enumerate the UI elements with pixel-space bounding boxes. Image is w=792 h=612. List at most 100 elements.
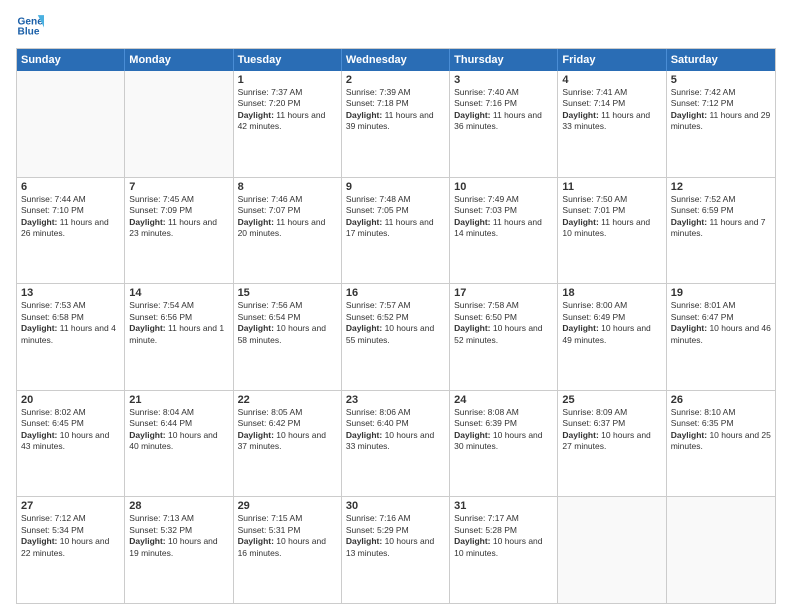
cal-cell-4-7: 26Sunrise: 8:10 AMSunset: 6:35 PMDayligh… (667, 391, 775, 497)
header-day-tuesday: Tuesday (234, 49, 342, 71)
svg-text:Blue: Blue (18, 27, 40, 38)
cell-info: Sunrise: 7:52 AMSunset: 6:59 PMDaylight:… (671, 194, 771, 240)
day-number: 18 (562, 287, 661, 299)
day-number: 14 (129, 287, 228, 299)
cal-cell-2-5: 10Sunrise: 7:49 AMSunset: 7:03 PMDayligh… (450, 178, 558, 284)
day-number: 10 (454, 181, 553, 193)
cal-cell-5-7 (667, 497, 775, 603)
cal-cell-3-6: 18Sunrise: 8:00 AMSunset: 6:49 PMDayligh… (558, 284, 666, 390)
day-number: 17 (454, 287, 553, 299)
cell-info: Sunrise: 7:56 AMSunset: 6:54 PMDaylight:… (238, 300, 337, 346)
cal-cell-1-3: 1Sunrise: 7:37 AMSunset: 7:20 PMDaylight… (234, 71, 342, 177)
cal-cell-3-4: 16Sunrise: 7:57 AMSunset: 6:52 PMDayligh… (342, 284, 450, 390)
cal-cell-5-5: 31Sunrise: 7:17 AMSunset: 5:28 PMDayligh… (450, 497, 558, 603)
logo: General Blue (16, 12, 44, 40)
day-number: 25 (562, 394, 661, 406)
cell-info: Sunrise: 8:06 AMSunset: 6:40 PMDaylight:… (346, 407, 445, 453)
cell-info: Sunrise: 8:01 AMSunset: 6:47 PMDaylight:… (671, 300, 771, 346)
cal-cell-2-6: 11Sunrise: 7:50 AMSunset: 7:01 PMDayligh… (558, 178, 666, 284)
cal-cell-1-1 (17, 71, 125, 177)
cell-info: Sunrise: 8:08 AMSunset: 6:39 PMDaylight:… (454, 407, 553, 453)
day-number: 5 (671, 74, 771, 86)
day-number: 30 (346, 500, 445, 512)
cell-info: Sunrise: 8:09 AMSunset: 6:37 PMDaylight:… (562, 407, 661, 453)
calendar-header: SundayMondayTuesdayWednesdayThursdayFrid… (17, 49, 775, 71)
day-number: 4 (562, 74, 661, 86)
cal-cell-2-7: 12Sunrise: 7:52 AMSunset: 6:59 PMDayligh… (667, 178, 775, 284)
cal-cell-4-5: 24Sunrise: 8:08 AMSunset: 6:39 PMDayligh… (450, 391, 558, 497)
day-number: 23 (346, 394, 445, 406)
cell-info: Sunrise: 7:50 AMSunset: 7:01 PMDaylight:… (562, 194, 661, 240)
day-number: 3 (454, 74, 553, 86)
day-number: 19 (671, 287, 771, 299)
cal-cell-1-6: 4Sunrise: 7:41 AMSunset: 7:14 PMDaylight… (558, 71, 666, 177)
cell-info: Sunrise: 7:44 AMSunset: 7:10 PMDaylight:… (21, 194, 120, 240)
calendar-row-4: 20Sunrise: 8:02 AMSunset: 6:45 PMDayligh… (17, 390, 775, 497)
cal-cell-5-4: 30Sunrise: 7:16 AMSunset: 5:29 PMDayligh… (342, 497, 450, 603)
cal-cell-5-1: 27Sunrise: 7:12 AMSunset: 5:34 PMDayligh… (17, 497, 125, 603)
calendar-row-1: 1Sunrise: 7:37 AMSunset: 7:20 PMDaylight… (17, 71, 775, 177)
day-number: 26 (671, 394, 771, 406)
day-number: 22 (238, 394, 337, 406)
day-number: 15 (238, 287, 337, 299)
calendar-row-5: 27Sunrise: 7:12 AMSunset: 5:34 PMDayligh… (17, 496, 775, 603)
header-day-thursday: Thursday (450, 49, 558, 71)
cal-cell-2-1: 6Sunrise: 7:44 AMSunset: 7:10 PMDaylight… (17, 178, 125, 284)
day-number: 20 (21, 394, 120, 406)
cell-info: Sunrise: 7:45 AMSunset: 7:09 PMDaylight:… (129, 194, 228, 240)
cal-cell-3-2: 14Sunrise: 7:54 AMSunset: 6:56 PMDayligh… (125, 284, 233, 390)
cell-info: Sunrise: 7:16 AMSunset: 5:29 PMDaylight:… (346, 513, 445, 559)
cell-info: Sunrise: 7:49 AMSunset: 7:03 PMDaylight:… (454, 194, 553, 240)
cal-cell-5-3: 29Sunrise: 7:15 AMSunset: 5:31 PMDayligh… (234, 497, 342, 603)
cal-cell-3-5: 17Sunrise: 7:58 AMSunset: 6:50 PMDayligh… (450, 284, 558, 390)
cell-info: Sunrise: 7:13 AMSunset: 5:32 PMDaylight:… (129, 513, 228, 559)
cal-cell-2-2: 7Sunrise: 7:45 AMSunset: 7:09 PMDaylight… (125, 178, 233, 284)
day-number: 6 (21, 181, 120, 193)
day-number: 11 (562, 181, 661, 193)
cal-cell-3-3: 15Sunrise: 7:56 AMSunset: 6:54 PMDayligh… (234, 284, 342, 390)
day-number: 8 (238, 181, 337, 193)
header: General Blue (16, 12, 776, 40)
cell-info: Sunrise: 7:15 AMSunset: 5:31 PMDaylight:… (238, 513, 337, 559)
cell-info: Sunrise: 8:00 AMSunset: 6:49 PMDaylight:… (562, 300, 661, 346)
day-number: 29 (238, 500, 337, 512)
calendar: SundayMondayTuesdayWednesdayThursdayFrid… (16, 48, 776, 604)
day-number: 16 (346, 287, 445, 299)
cell-info: Sunrise: 7:46 AMSunset: 7:07 PMDaylight:… (238, 194, 337, 240)
cal-cell-3-7: 19Sunrise: 8:01 AMSunset: 6:47 PMDayligh… (667, 284, 775, 390)
day-number: 13 (21, 287, 120, 299)
day-number: 7 (129, 181, 228, 193)
cal-cell-4-1: 20Sunrise: 8:02 AMSunset: 6:45 PMDayligh… (17, 391, 125, 497)
cal-cell-4-2: 21Sunrise: 8:04 AMSunset: 6:44 PMDayligh… (125, 391, 233, 497)
header-day-saturday: Saturday (667, 49, 775, 71)
day-number: 2 (346, 74, 445, 86)
cell-info: Sunrise: 7:12 AMSunset: 5:34 PMDaylight:… (21, 513, 120, 559)
cal-cell-1-2 (125, 71, 233, 177)
cell-info: Sunrise: 8:02 AMSunset: 6:45 PMDaylight:… (21, 407, 120, 453)
day-number: 28 (129, 500, 228, 512)
day-number: 27 (21, 500, 120, 512)
cell-info: Sunrise: 7:42 AMSunset: 7:12 PMDaylight:… (671, 87, 771, 133)
day-number: 24 (454, 394, 553, 406)
cal-cell-4-6: 25Sunrise: 8:09 AMSunset: 6:37 PMDayligh… (558, 391, 666, 497)
day-number: 9 (346, 181, 445, 193)
calendar-row-2: 6Sunrise: 7:44 AMSunset: 7:10 PMDaylight… (17, 177, 775, 284)
cell-info: Sunrise: 7:40 AMSunset: 7:16 PMDaylight:… (454, 87, 553, 133)
cal-cell-5-2: 28Sunrise: 7:13 AMSunset: 5:32 PMDayligh… (125, 497, 233, 603)
cell-info: Sunrise: 7:53 AMSunset: 6:58 PMDaylight:… (21, 300, 120, 346)
day-number: 31 (454, 500, 553, 512)
cell-info: Sunrise: 8:05 AMSunset: 6:42 PMDaylight:… (238, 407, 337, 453)
cell-info: Sunrise: 7:39 AMSunset: 7:18 PMDaylight:… (346, 87, 445, 133)
cell-info: Sunrise: 7:17 AMSunset: 5:28 PMDaylight:… (454, 513, 553, 559)
calendar-row-3: 13Sunrise: 7:53 AMSunset: 6:58 PMDayligh… (17, 283, 775, 390)
cell-info: Sunrise: 7:41 AMSunset: 7:14 PMDaylight:… (562, 87, 661, 133)
cell-info: Sunrise: 7:48 AMSunset: 7:05 PMDaylight:… (346, 194, 445, 240)
cal-cell-2-4: 9Sunrise: 7:48 AMSunset: 7:05 PMDaylight… (342, 178, 450, 284)
cal-cell-1-5: 3Sunrise: 7:40 AMSunset: 7:16 PMDaylight… (450, 71, 558, 177)
day-number: 1 (238, 74, 337, 86)
cal-cell-3-1: 13Sunrise: 7:53 AMSunset: 6:58 PMDayligh… (17, 284, 125, 390)
day-number: 12 (671, 181, 771, 193)
calendar-body: 1Sunrise: 7:37 AMSunset: 7:20 PMDaylight… (17, 71, 775, 603)
cal-cell-4-3: 22Sunrise: 8:05 AMSunset: 6:42 PMDayligh… (234, 391, 342, 497)
logo-icon: General Blue (16, 12, 44, 40)
